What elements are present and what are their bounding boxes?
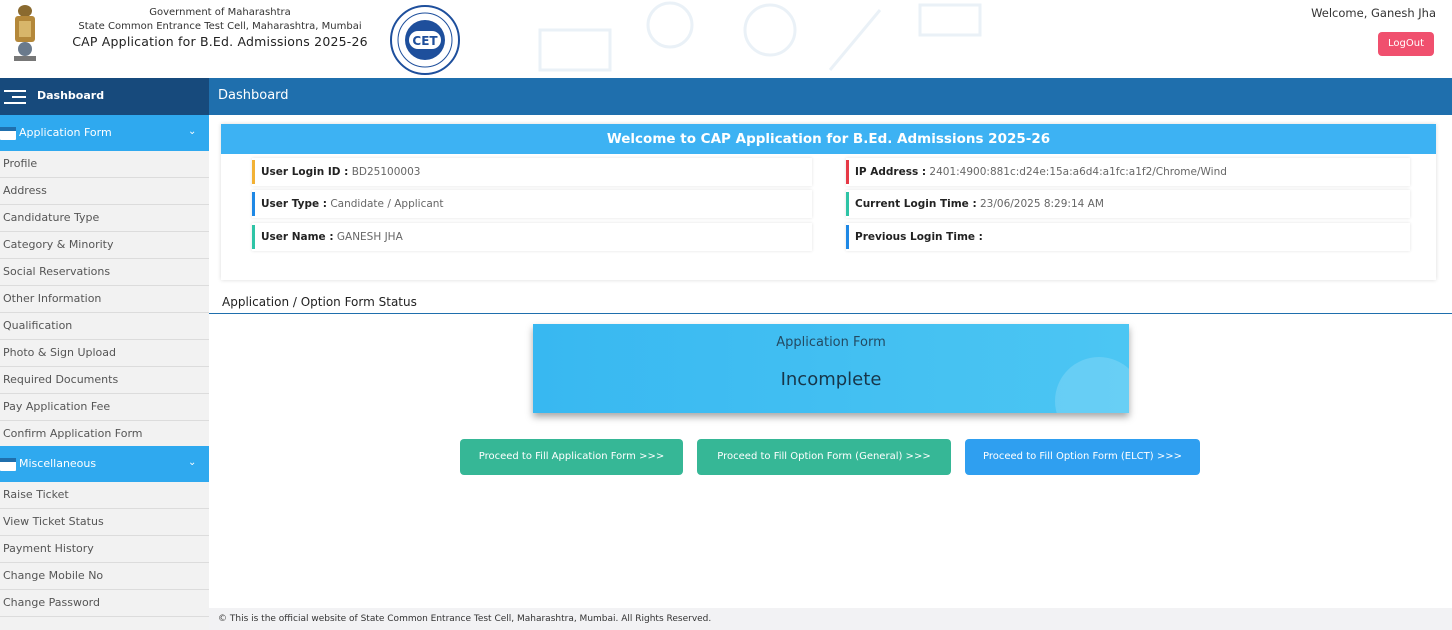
sidebar-item-photo-sign-upload[interactable]: Photo & Sign Upload: [0, 340, 209, 367]
info-key: User Name :: [261, 231, 334, 243]
status-section-title: Application / Option Form Status: [222, 295, 417, 309]
info-value: BD25100003: [351, 166, 421, 178]
page-title: Dashboard: [218, 88, 289, 103]
sidebar-item-confirm-application-form[interactable]: Confirm Application Form: [0, 421, 209, 448]
fill-option-form-elct-button[interactable]: Proceed to Fill Option Form (ELCT) >>>: [965, 439, 1200, 475]
sidebar-title: Dashboard: [37, 89, 105, 102]
header-background-illustration: [538, 1, 982, 72]
info-user-name: User Name : GANESH JHA: [252, 223, 812, 251]
sidebar-item-qualification[interactable]: Qualification: [0, 313, 209, 340]
site-header: Government of Maharashtra State Common E…: [0, 0, 1452, 78]
sidebar-item-address[interactable]: Address: [0, 178, 209, 205]
logout-button[interactable]: LogOut: [1378, 32, 1434, 56]
sidebar-item-candidature-type[interactable]: Candidature Type: [0, 205, 209, 232]
sidebar-item-change-mobile-no[interactable]: Change Mobile No: [0, 563, 209, 590]
sidebar-item-social-reservations[interactable]: Social Reservations: [0, 259, 209, 286]
app-line: CAP Application for B.Ed. Admissions 202…: [72, 34, 368, 49]
info-user-login-id: User Login ID : BD25100003: [252, 158, 812, 186]
info-key: Current Login Time :: [855, 198, 977, 210]
divider: [209, 313, 1452, 314]
sidebar-item-change-password[interactable]: Change Password: [0, 590, 209, 617]
chevron-down-icon: ⌄: [188, 457, 197, 468]
application-form-status-card: Application Form Incomplete: [533, 324, 1129, 413]
info-key: IP Address :: [855, 166, 927, 178]
accent-bar: [846, 160, 849, 184]
state-emblem-icon: [6, 3, 44, 65]
sidebar-item-pay-application-fee[interactable]: Pay Application Fee: [0, 394, 209, 421]
cell-line: State Common Entrance Test Cell, Maharas…: [78, 21, 362, 32]
info-value: 23/06/2025 8:29:14 AM: [979, 198, 1104, 210]
info-user-type: User Type : Candidate / Applicant: [252, 190, 812, 218]
gov-line: Government of Maharashtra: [149, 7, 291, 18]
hamburger-menu-icon[interactable]: [4, 89, 26, 105]
info-key: User Login ID :: [261, 166, 349, 178]
section-label: Application Form: [19, 126, 112, 139]
status-card-label: Application Form: [776, 335, 886, 350]
status-card-value: Incomplete: [780, 369, 882, 390]
calendar-icon: [0, 127, 16, 140]
section-label: Miscellaneous: [19, 457, 97, 470]
sidebar-header[interactable]: Dashboard: [0, 78, 209, 115]
accent-bar: [252, 225, 255, 249]
info-key: User Type :: [261, 198, 327, 210]
fill-option-form-general-button[interactable]: Proceed to Fill Option Form (General) >>…: [697, 439, 951, 475]
calendar-icon: [0, 458, 16, 471]
info-previous-login-time: Previous Login Time :: [846, 223, 1410, 251]
accent-bar: [252, 192, 255, 216]
info-current-login-time: Current Login Time : 23/06/2025 8:29:14 …: [846, 190, 1410, 218]
top-navbar: Dashboard: [209, 78, 1452, 115]
sidebar-item-profile[interactable]: Profile: [0, 151, 209, 178]
accent-bar: [846, 192, 849, 216]
cet-logo-icon: CET: [390, 5, 460, 75]
sidebar-section-application-form[interactable]: Application Form ⌄: [0, 115, 209, 151]
sidebar-item-view-ticket-status[interactable]: View Ticket Status: [0, 509, 209, 536]
svg-text:CET: CET: [412, 34, 438, 48]
accent-bar: [252, 160, 255, 184]
chevron-down-icon: ⌄: [188, 126, 197, 137]
footer: © This is the official website of State …: [209, 608, 1452, 630]
sidebar-section-miscellaneous[interactable]: Miscellaneous ⌄: [0, 446, 209, 482]
sidebar-item-other-information[interactable]: Other Information: [0, 286, 209, 313]
sidebar: Application Form ⌄ Profile Address Candi…: [0, 115, 209, 630]
sidebar-item-category-minority[interactable]: Category & Minority: [0, 232, 209, 259]
sidebar-item-raise-ticket[interactable]: Raise Ticket: [0, 482, 209, 509]
fill-application-form-button[interactable]: Proceed to Fill Application Form >>>: [460, 439, 683, 475]
info-value: Candidate / Applicant: [330, 198, 444, 210]
info-ip-address: IP Address : 2401:4900:881c:d24e:15a:a6d…: [846, 158, 1410, 186]
info-key: Previous Login Time :: [855, 231, 983, 243]
info-value: 2401:4900:881c:d24e:15a:a6d4:a1fc:a1f2/C…: [929, 166, 1227, 178]
sidebar-item-payment-history[interactable]: Payment History: [0, 536, 209, 563]
info-value: GANESH JHA: [336, 231, 403, 243]
accent-bar: [846, 225, 849, 249]
header-title-block: Government of Maharashtra State Common E…: [60, 6, 380, 51]
welcome-user-text: Welcome, Ganesh Jha: [1311, 6, 1436, 20]
sidebar-item-required-documents[interactable]: Required Documents: [0, 367, 209, 394]
welcome-card-title: Welcome to CAP Application for B.Ed. Adm…: [221, 124, 1436, 154]
